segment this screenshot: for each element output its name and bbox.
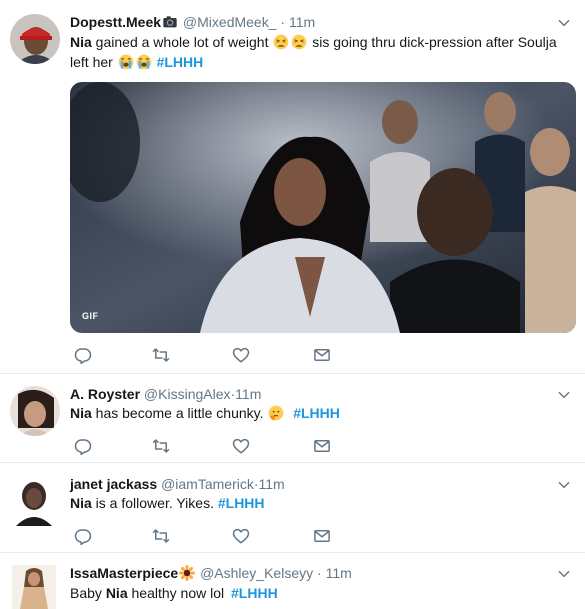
tweet-1[interactable]: Dopestt.Meek @MixedMeek_ · 11m Nia gaine… [0, 0, 585, 374]
tweet-3[interactable]: janet jackass @iamTamerick·11m Nia is a … [0, 463, 585, 553]
avatar[interactable] [12, 565, 56, 609]
hashtag-link[interactable]: #LHHH [293, 405, 340, 421]
display-name[interactable]: Dopestt.Meek [70, 14, 161, 30]
display-name[interactable]: janet jackass [70, 476, 157, 492]
hashtag-link[interactable]: #LHHH [218, 495, 265, 511]
avatar[interactable] [10, 386, 60, 436]
envelope-icon[interactable] [313, 437, 331, 455]
heart-icon[interactable] [232, 527, 250, 545]
tweet-text: Baby Nia healthy now lol #LHHH [70, 583, 575, 603]
handle[interactable]: @KissingAlex [144, 386, 231, 402]
tweet-header: IssaMasterpiece @Ashley_Kelseyy · 11m [70, 563, 352, 583]
loudly-crying-emoji [118, 54, 134, 70]
tweet-header: A. Royster @KissingAlex·11m [70, 384, 261, 404]
heart-icon[interactable] [232, 346, 250, 364]
tired-face-emoji [291, 34, 307, 50]
timestamp[interactable]: 11m [326, 565, 352, 581]
keyword-bold: Nia [70, 34, 92, 50]
avatar[interactable] [12, 476, 56, 526]
handle[interactable]: @MixedMeek_ [183, 14, 277, 30]
sunflower-emoji [179, 565, 195, 581]
envelope-icon[interactable] [313, 346, 331, 364]
retweet-icon[interactable] [152, 437, 170, 455]
separator-dot: · [317, 565, 322, 581]
display-name[interactable]: A. Royster [70, 386, 140, 402]
gif-badge: GIF [82, 311, 99, 321]
gif-media[interactable]: GIF [70, 82, 576, 333]
text-segment: is a follower. Yikes. [91, 495, 218, 511]
camera-icon [163, 16, 177, 28]
gif-frame [70, 82, 576, 333]
avatar[interactable] [10, 14, 60, 64]
handle[interactable]: @Ashley_Kelseyy [200, 565, 313, 581]
tweet-2[interactable]: A. Royster @KissingAlex·11m Nia has beco… [0, 374, 585, 463]
chevron-down-icon[interactable] [557, 16, 571, 30]
hashtag-link[interactable]: #LHHH [231, 585, 278, 601]
loudly-crying-emoji [136, 54, 152, 70]
retweet-icon[interactable] [152, 346, 170, 364]
tweet-text: Nia has become a little chunky. #LHHH [70, 403, 575, 423]
reply-icon[interactable] [74, 346, 92, 364]
separator-dot: · [280, 14, 286, 30]
tweet-text: Nia is a follower. Yikes. #LHHH [70, 493, 575, 513]
retweet-icon[interactable] [152, 527, 170, 545]
tweet-text: Nia gained a whole lot of weight sis goi… [70, 32, 575, 72]
text-segment: gained a whole lot of weight [91, 34, 273, 50]
timestamp[interactable]: 11m [289, 14, 315, 30]
tweet-4[interactable]: IssaMasterpiece @Ashley_Kelseyy · 11m Ba… [0, 553, 585, 609]
keyword-bold: Nia [70, 405, 92, 421]
chevron-down-icon[interactable] [557, 478, 571, 492]
handle[interactable]: @iamTamerick [161, 476, 254, 492]
reply-icon[interactable] [74, 437, 92, 455]
timestamp[interactable]: 11m [235, 386, 261, 402]
text-segment: has become a little chunky. [91, 405, 268, 421]
thinking-face-emoji [268, 405, 284, 421]
keyword-bold: Nia [105, 585, 128, 601]
chevron-down-icon[interactable] [557, 388, 571, 402]
tired-face-emoji [273, 34, 289, 50]
text-segment: Baby [70, 585, 106, 601]
text-segment: healthy now lol [127, 585, 229, 601]
display-name[interactable]: IssaMasterpiece [70, 565, 178, 581]
envelope-icon[interactable] [313, 527, 331, 545]
keyword-bold: Nia [70, 495, 92, 511]
heart-icon[interactable] [232, 437, 250, 455]
reply-icon[interactable] [74, 527, 92, 545]
chevron-down-icon[interactable] [557, 567, 571, 581]
timestamp[interactable]: 11m [259, 476, 285, 492]
tweet-header: Dopestt.Meek @MixedMeek_ · 11m [70, 12, 315, 32]
hashtag-link[interactable]: #LHHH [157, 54, 204, 70]
tweet-header: janet jackass @iamTamerick·11m [70, 474, 285, 494]
